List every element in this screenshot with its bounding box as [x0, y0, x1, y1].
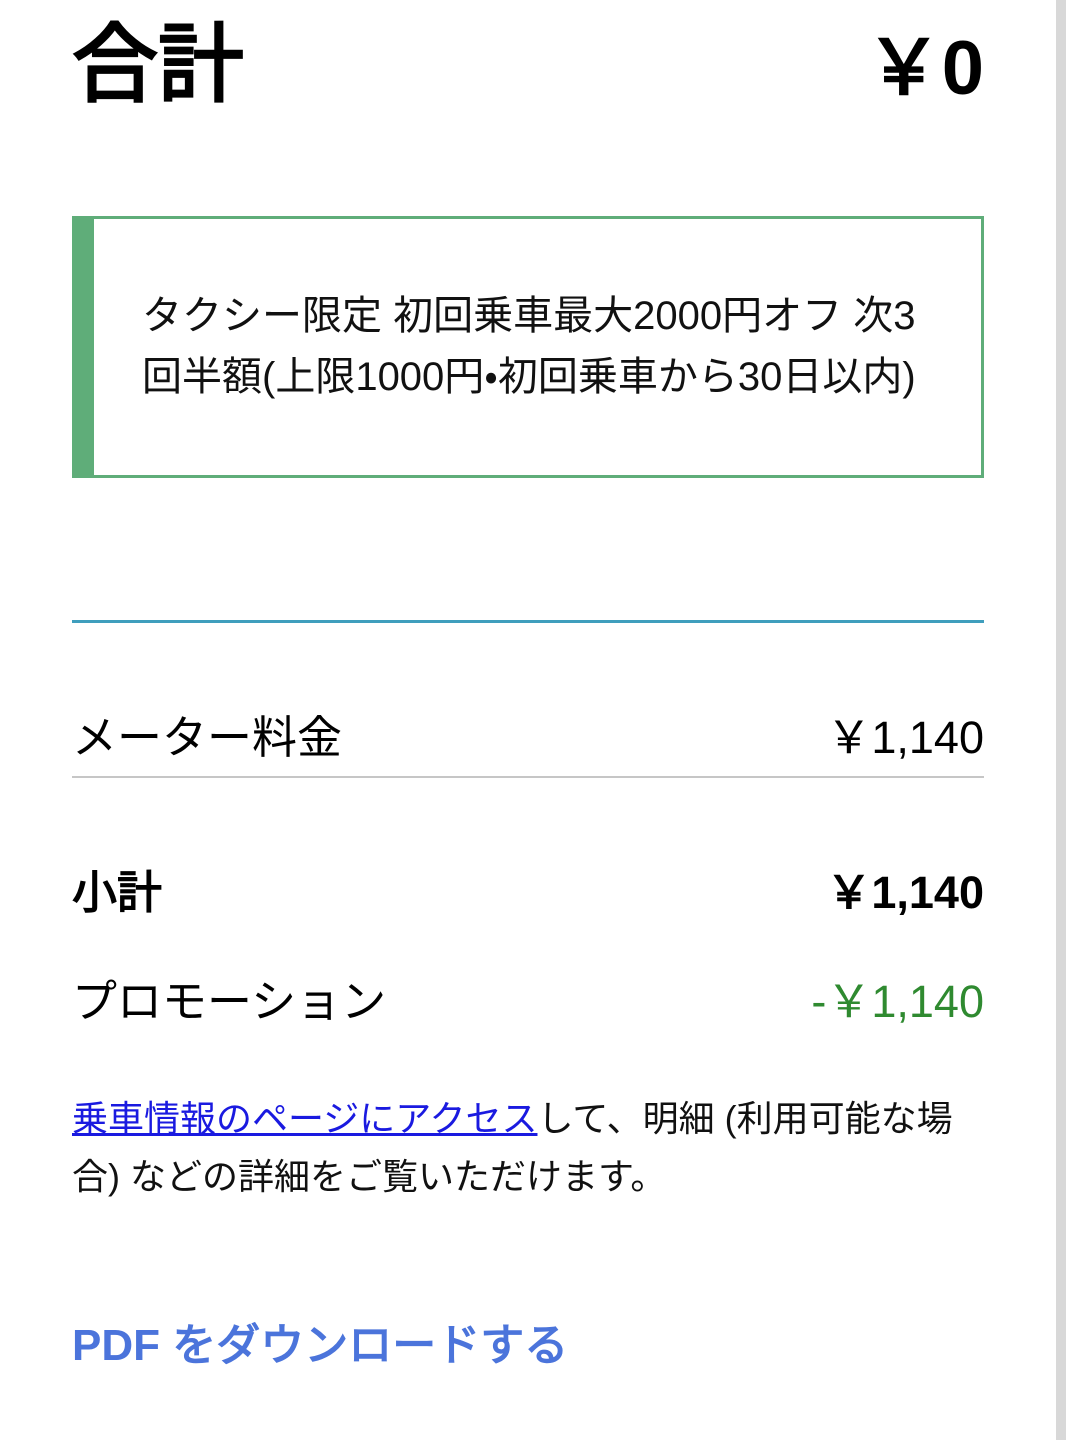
- table-row: プロモーション -￥1,140: [72, 915, 984, 1024]
- promotion-label: プロモーション: [72, 976, 387, 1027]
- trip-details-link[interactable]: 乗車情報のページにアクセス: [72, 1098, 537, 1139]
- meter-fare-label: メーター料金: [72, 712, 343, 763]
- promotion-value: -￥1,140: [811, 976, 984, 1027]
- promotion-callout-text: タクシー限定 初回乗車最大2000円オフ 次3回半額(上限1000円・初回乗車か…: [142, 294, 916, 399]
- total-header: 合計 ￥0: [72, 0, 984, 122]
- meter-fare-value: ￥1,140: [826, 712, 984, 763]
- table-row: メーター料金 ￥1,140: [72, 623, 984, 776]
- page-title: 合計: [72, 17, 244, 113]
- vertical-scrollbar[interactable]: [1056, 0, 1066, 1440]
- table-row: 小計 ￥1,140: [72, 778, 984, 915]
- promotion-callout: タクシー限定 初回乗車最大2000円オフ 次3回半額(上限1000円・初回乗車か…: [72, 216, 984, 478]
- subtotal-label: 小計: [72, 867, 163, 918]
- total-amount: ￥0: [865, 26, 984, 111]
- download-pdf-link[interactable]: PDF をダウンロードする: [72, 1309, 568, 1373]
- receipt-content: 合計 ￥0 タクシー限定 初回乗車最大2000円オフ 次3回半額(上限1000円…: [0, 0, 1056, 1373]
- subtotal-value: ￥1,140: [826, 867, 984, 918]
- receipt-page: 合計 ￥0 タクシー限定 初回乗車最大2000円オフ 次3回半額(上限1000円…: [0, 0, 1056, 1440]
- trip-details-paragraph: 乗車情報のページにアクセスして、明細 (利用可能な場合) などの詳細をご覧いただ…: [72, 1090, 984, 1207]
